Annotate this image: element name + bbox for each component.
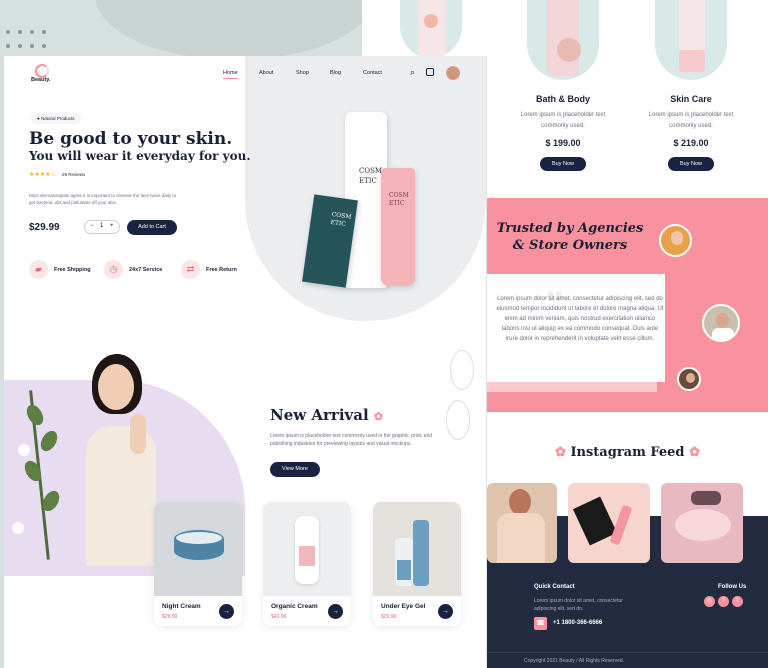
feature-label-service: 24x7 Service: [129, 267, 163, 273]
natural-products-badge: ● Natural Products: [31, 113, 81, 124]
dot-grid-decoration: [6, 30, 54, 48]
product-price: $ 219.00: [673, 138, 709, 148]
leaf-branch-decoration: [10, 390, 70, 560]
follow-us-title: Follow Us: [718, 584, 747, 590]
instagram-icon[interactable]: ◎: [704, 596, 715, 607]
clock-icon: ◷: [104, 260, 123, 279]
product-image: [263, 502, 351, 596]
view-more-button[interactable]: View More: [270, 462, 320, 477]
testimonial-title: Trusted by Agencies & Store Owners: [496, 221, 644, 253]
hero-title: Be good to your skin.: [29, 129, 233, 149]
product-description: Lorem ipsum is placeholder text commonly…: [648, 112, 734, 129]
new-arrival-title: New Arrival ✿: [270, 406, 384, 424]
testimonial-card: " Lorem ipsum dolor sit amet, consectetu…: [487, 274, 665, 382]
qty-plus-button[interactable]: +: [110, 223, 114, 229]
testimonial-avatar-1[interactable]: [659, 224, 692, 257]
product-image: [154, 502, 242, 596]
instagram-feed-title: ✿ Instagram Feed ✿: [555, 445, 700, 460]
product-name: Bath & Body: [536, 94, 590, 104]
buy-now-button[interactable]: Buy Now: [667, 157, 714, 171]
new-arrival-text: Lorem ipsum is placeholder text commonly…: [270, 433, 433, 447]
arrow-right-icon[interactable]: →: [219, 604, 234, 619]
leaf-outline-decoration: [440, 340, 485, 470]
product-image: [655, 0, 727, 80]
copyright-text: Copyright 2021 Beauty / All Rights Reser…: [524, 658, 625, 664]
nav-blog[interactable]: Blog: [330, 70, 341, 76]
product-name: Night Cream: [162, 603, 201, 610]
instagram-post-2[interactable]: [568, 483, 650, 563]
nav-home[interactable]: Home: [223, 70, 238, 79]
twitter-icon[interactable]: t: [732, 596, 743, 607]
quick-contact-text: Lorem ipsum dolor sit amet, consectetur …: [534, 598, 623, 612]
quick-contact-title: Quick Contact: [534, 584, 575, 590]
product-image: [527, 0, 599, 80]
instagram-post-1[interactable]: [487, 483, 557, 563]
nav-contact[interactable]: Contact: [363, 70, 382, 76]
arrow-right-icon[interactable]: →: [328, 604, 343, 619]
buy-now-button[interactable]: Buy Now: [539, 157, 586, 171]
qty-value: 1: [100, 223, 104, 229]
nav-about[interactable]: About: [259, 70, 273, 76]
testimonial-avatar-2[interactable]: [702, 304, 740, 342]
flower-icon: ✿: [689, 445, 700, 460]
phone-number[interactable]: +1 1800-366-6666: [553, 620, 602, 626]
product-card-organic-cream[interactable]: Organic Cream $43.99 →: [263, 502, 351, 626]
instagram-post-3[interactable]: [661, 483, 743, 563]
product-card-under-eye-gel[interactable]: Under Eye Gel $29.99 →: [373, 502, 461, 626]
leaf-icon: ●: [37, 116, 40, 121]
quantity-stepper[interactable]: − 1 +: [84, 220, 120, 234]
flower-icon: ✿: [373, 410, 384, 423]
truck-icon: ▰: [29, 260, 48, 279]
search-icon[interactable]: ⌕: [410, 67, 415, 78]
return-icon: ⇄: [181, 260, 200, 279]
hero-price: $29.99: [29, 222, 60, 233]
product-price: $29.99: [162, 614, 178, 620]
product-card-night-cream[interactable]: Night Cream $29.99 →: [154, 502, 242, 626]
phone-icon: ☎: [534, 617, 547, 630]
hero-product-tube-pink: COSM ETIC: [381, 168, 415, 286]
testimonial-avatar-3[interactable]: [677, 367, 701, 391]
hero-description: Most dermatologists agree it is importan…: [29, 193, 177, 205]
footer-divider: [487, 652, 768, 653]
product-price: $ 199.00: [545, 138, 581, 148]
product-price: $43.99: [271, 614, 287, 620]
arrow-right-icon[interactable]: →: [438, 604, 453, 619]
product-price: $29.99: [381, 614, 397, 620]
product-name: Skin Care: [670, 94, 712, 104]
product-description: Lorem ipsum is placeholder text commonly…: [520, 112, 606, 129]
qty-minus-button[interactable]: −: [90, 223, 94, 229]
product-name: Organic Cream: [271, 603, 318, 610]
add-to-cart-button[interactable]: Add to Cart: [127, 220, 177, 235]
review-count[interactable]: 29 Reviews: [62, 172, 85, 177]
hero-subtitle: You will wear it everyday for you.: [29, 149, 251, 163]
brand-name[interactable]: Beauty.: [31, 77, 50, 83]
product-card-skin-care: Skin Care Lorem ipsum is placeholder tex…: [636, 0, 746, 171]
quote-shadow: [487, 382, 657, 392]
testimonial-text: Lorem ipsum dolor sit amet, consectetur …: [496, 296, 664, 342]
flower-icon: ✿: [555, 445, 566, 460]
product-name: Under Eye Gel: [381, 603, 426, 610]
model-image: [80, 354, 162, 566]
feature-label-return: Free Return: [206, 267, 237, 273]
user-avatar[interactable]: [446, 66, 460, 80]
brand-logo-icon[interactable]: [35, 64, 49, 78]
facebook-icon[interactable]: f: [718, 596, 729, 607]
nav-shop[interactable]: Shop: [296, 70, 309, 76]
cart-icon[interactable]: [426, 68, 434, 76]
feature-label-shipping: Free Shipping: [54, 267, 91, 273]
product-image: [373, 502, 461, 596]
product-card-bath-body: Bath & Body Lorem ipsum is placeholder t…: [508, 0, 618, 171]
rating-stars: ★★★★☆: [29, 172, 56, 178]
